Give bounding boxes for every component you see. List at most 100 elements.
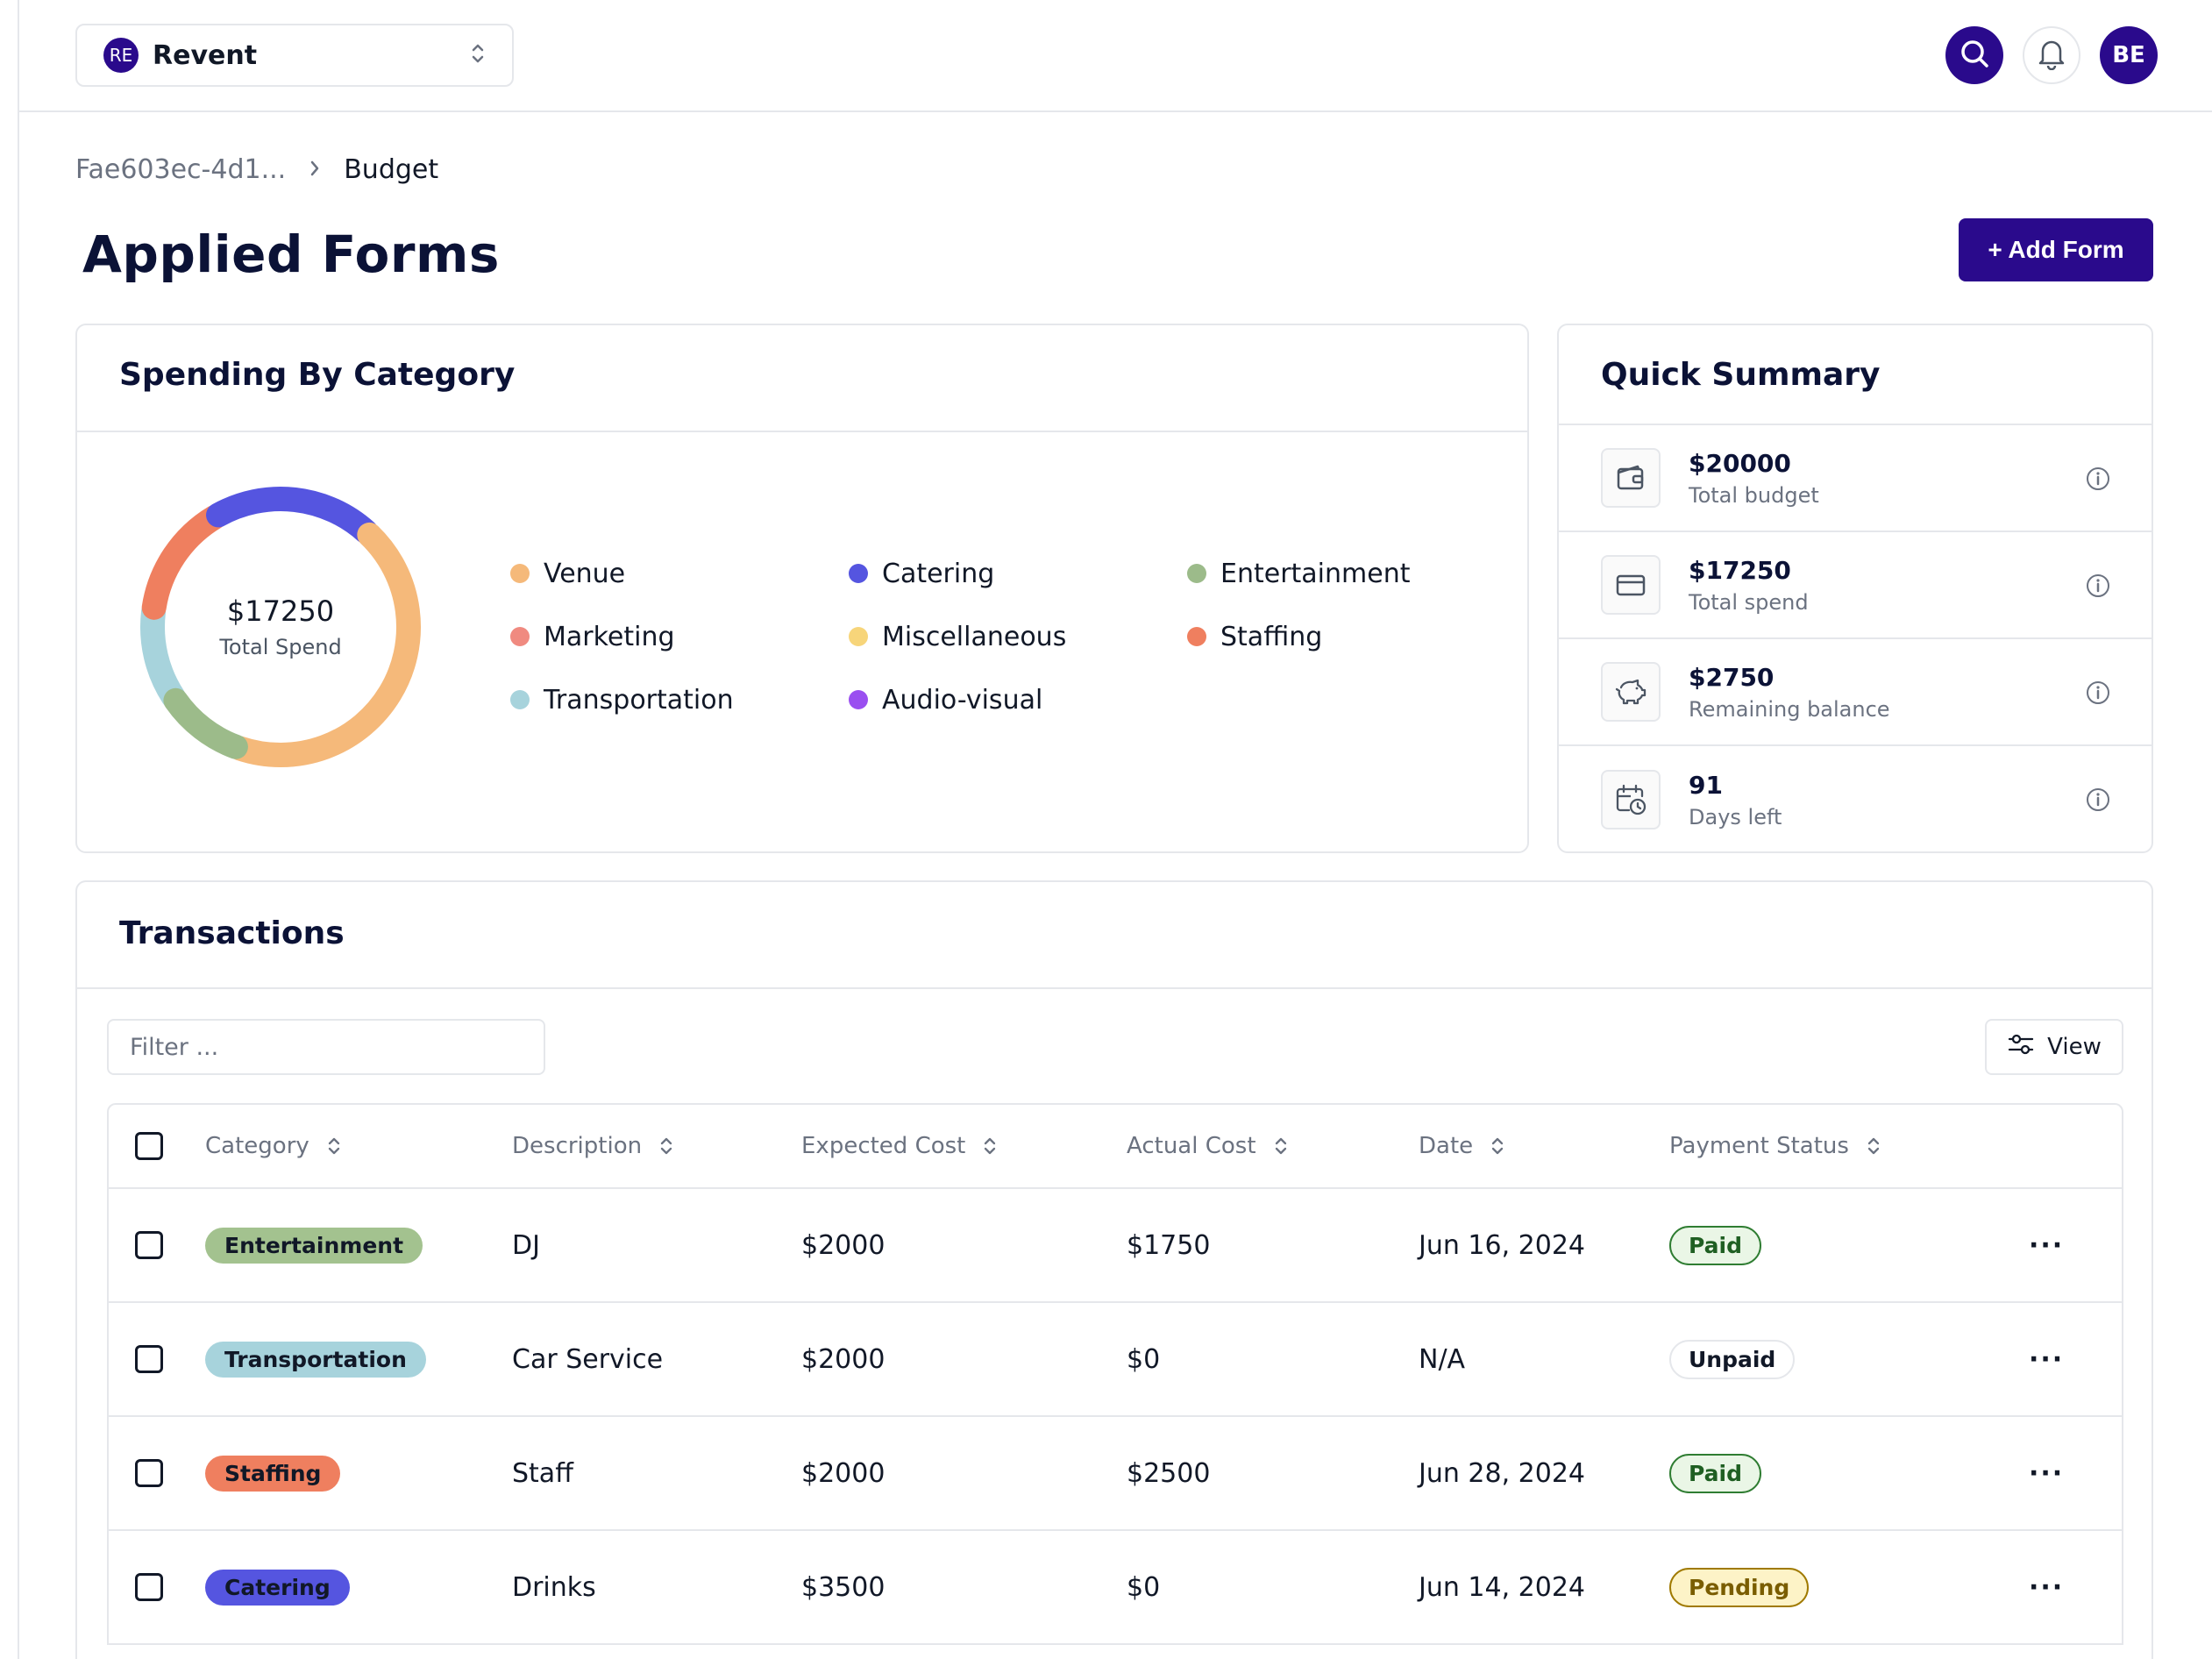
category-badge: Staffing	[205, 1455, 341, 1492]
spending-by-category-card: Spending By Category $17250 Total Spend …	[75, 324, 1529, 853]
chevron-right-icon	[309, 154, 321, 185]
workspace-name: Revent	[153, 39, 258, 71]
actual-cost-cell: $0	[1127, 1571, 1161, 1603]
status-badge: Unpaid	[1669, 1339, 1796, 1379]
row-checkbox[interactable]	[135, 1459, 163, 1487]
date-cell: N/A	[1419, 1343, 1466, 1375]
sort-icon	[1274, 1136, 1288, 1157]
column-header-label: Category	[205, 1133, 309, 1159]
column-header-description[interactable]: Description	[512, 1105, 673, 1187]
summary-value: $2750	[1689, 662, 1775, 692]
category-badge: Entertainment	[205, 1227, 423, 1264]
breadcrumb: Fae603ec-4d1... Budget	[75, 154, 438, 185]
spending-donut-chart: $17250 Total Spend	[139, 485, 423, 769]
wallet-icon	[1601, 448, 1661, 508]
legend-dot	[1187, 564, 1206, 583]
info-icon[interactable]	[2085, 466, 2111, 495]
workspace-avatar: RE	[103, 38, 139, 73]
row-actions-menu-button[interactable]: ···	[2029, 1531, 2064, 1643]
transactions-table: Category Description Expected Cost Actua…	[107, 1103, 2123, 1645]
total-spend-label: Total Spend	[219, 635, 342, 659]
calendar-clock-icon	[1601, 770, 1661, 830]
legend-item-marketing: Marketing	[510, 618, 849, 655]
total-spend-value: $17250	[226, 595, 335, 628]
view-options-button[interactable]: View	[1985, 1019, 2123, 1075]
row-actions-menu-button[interactable]: ···	[2029, 1189, 2064, 1301]
info-icon[interactable]	[2085, 680, 2111, 709]
sort-icon	[659, 1136, 673, 1157]
legend-item-staffing: Staffing	[1187, 618, 1526, 655]
legend-label: Staffing	[1220, 621, 1323, 652]
summary-label: Total budget	[1689, 482, 1819, 508]
table-row: Catering Drinks $3500 $0 Jun 14, 2024 Pe…	[109, 1531, 2122, 1645]
search-icon	[1959, 38, 1990, 73]
notifications-button[interactable]	[2023, 26, 2080, 84]
left-divider	[18, 0, 19, 1659]
summary-row-total-budget: $20000 Total budget	[1559, 425, 2152, 532]
status-badge: Paid	[1669, 1453, 1761, 1493]
search-button[interactable]	[1945, 26, 2003, 84]
actual-cost-cell: $0	[1127, 1343, 1161, 1375]
summary-label: Days left	[1689, 804, 1782, 830]
legend-label: Miscellaneous	[882, 621, 1067, 652]
column-header-label: Date	[1419, 1133, 1474, 1159]
legend-dot	[849, 690, 868, 709]
table-row: Transportation Car Service $2000 $0 N/A …	[109, 1303, 2122, 1417]
legend-item-audio-visual: Audio-visual	[849, 681, 1187, 718]
column-header-date[interactable]: Date	[1419, 1105, 1504, 1187]
legend-label: Transportation	[544, 684, 734, 716]
date-cell: Jun 16, 2024	[1419, 1229, 1586, 1261]
row-checkbox[interactable]	[135, 1345, 163, 1373]
description-cell: Car Service	[512, 1343, 664, 1375]
column-header-category[interactable]: Category	[205, 1105, 341, 1187]
expected-cost-cell: $3500	[801, 1571, 886, 1603]
add-form-button[interactable]: + Add Form	[1959, 218, 2153, 281]
table-header-row: Category Description Expected Cost Actua…	[109, 1105, 2122, 1189]
user-avatar-button[interactable]: BE	[2100, 26, 2158, 84]
legend-dot	[849, 564, 868, 583]
legend-dot	[849, 627, 868, 646]
select-all-checkbox[interactable]	[135, 1132, 163, 1160]
actual-cost-cell: $1750	[1127, 1229, 1211, 1261]
row-checkbox[interactable]	[135, 1573, 163, 1601]
legend-dot	[510, 627, 530, 646]
page-title: Applied Forms	[82, 224, 500, 284]
sliders-icon	[2007, 1031, 2035, 1064]
column-header-label: Expected Cost	[801, 1133, 966, 1159]
bell-icon	[2036, 37, 2067, 74]
summary-value: $17250	[1689, 555, 1791, 585]
summary-value: 91	[1689, 770, 1723, 800]
column-header-expected-cost[interactable]: Expected Cost	[801, 1105, 997, 1187]
sort-icon	[1867, 1136, 1881, 1157]
summary-row-total-spend: $17250 Total spend	[1559, 532, 2152, 639]
column-header-label: Payment Status	[1669, 1133, 1849, 1159]
actual-cost-cell: $2500	[1127, 1457, 1211, 1489]
row-checkbox[interactable]	[135, 1231, 163, 1259]
breadcrumb-parent-link[interactable]: Fae603ec-4d1...	[75, 154, 286, 185]
chevron-up-down-icon	[470, 42, 486, 69]
legend-item-venue: Venue	[510, 555, 849, 592]
category-badge: Catering	[205, 1569, 350, 1606]
sort-icon	[327, 1136, 341, 1157]
table-row: Staffing Staff $2000 $2500 Jun 28, 2024 …	[109, 1417, 2122, 1531]
summary-label: Remaining balance	[1689, 696, 1890, 722]
transactions-title: Transactions	[119, 915, 345, 951]
row-actions-menu-button[interactable]: ···	[2029, 1303, 2064, 1415]
spending-card-title: Spending By Category	[119, 357, 516, 393]
filter-input[interactable]	[107, 1019, 545, 1075]
info-icon[interactable]	[2085, 787, 2111, 816]
expected-cost-cell: $2000	[801, 1343, 886, 1375]
row-actions-menu-button[interactable]: ···	[2029, 1417, 2064, 1529]
legend-item-transportation: Transportation	[510, 681, 849, 718]
workspace-switcher[interactable]: RE Revent	[75, 24, 514, 87]
summary-row-days-left: 91 Days left	[1559, 746, 2152, 853]
summary-row-remaining-balance: $2750 Remaining balance	[1559, 639, 2152, 746]
sort-icon	[1490, 1136, 1504, 1157]
column-header-payment-status[interactable]: Payment Status	[1669, 1105, 1881, 1187]
date-cell: Jun 28, 2024	[1419, 1457, 1586, 1489]
category-badge: Transportation	[205, 1341, 426, 1378]
column-header-actual-cost[interactable]: Actual Cost	[1127, 1105, 1288, 1187]
credit-card-icon	[1601, 555, 1661, 615]
info-icon[interactable]	[2085, 573, 2111, 602]
summary-card-title: Quick Summary	[1601, 357, 1881, 393]
